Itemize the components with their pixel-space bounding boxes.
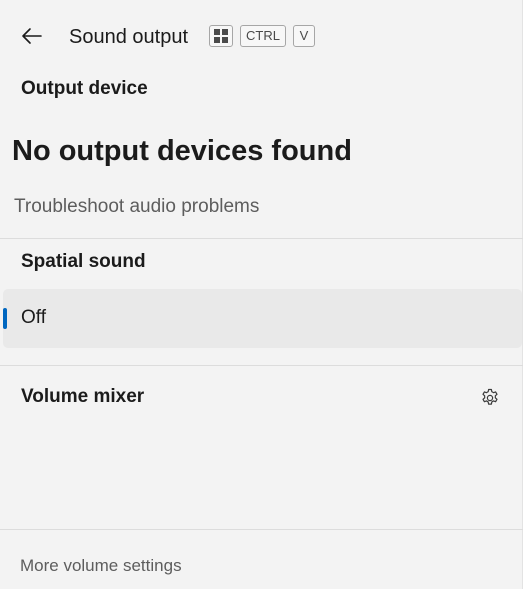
- back-arrow-icon: [22, 28, 42, 44]
- v-key: V: [292, 25, 315, 47]
- flyout-header: Sound output CTRL V: [0, 0, 523, 72]
- volume-mixer-label: Volume mixer: [21, 386, 145, 407]
- divider: [0, 365, 523, 366]
- sound-output-flyout: Sound output CTRL V Output device No out…: [0, 0, 523, 589]
- keyboard-shortcut: CTRL V: [209, 25, 315, 47]
- divider: [0, 529, 523, 530]
- option-label: Off: [21, 307, 46, 328]
- back-button[interactable]: [14, 20, 50, 52]
- page-title: Sound output: [69, 26, 188, 48]
- ctrl-key: CTRL: [240, 25, 286, 47]
- windows-key-icon: [214, 29, 228, 43]
- windows-key: [209, 25, 233, 47]
- divider: [0, 238, 523, 239]
- no-devices-status: No output devices found: [12, 135, 352, 167]
- spatial-sound-option-off[interactable]: Off: [3, 289, 522, 348]
- more-volume-settings-link[interactable]: More volume settings: [20, 555, 182, 577]
- output-device-label: Output device: [21, 78, 148, 99]
- troubleshoot-link[interactable]: Troubleshoot audio problems: [14, 195, 259, 219]
- gear-icon: [482, 388, 498, 405]
- selection-indicator: [3, 308, 7, 329]
- spatial-sound-label: Spatial sound: [21, 251, 146, 272]
- volume-mixer-settings-button[interactable]: [478, 386, 502, 410]
